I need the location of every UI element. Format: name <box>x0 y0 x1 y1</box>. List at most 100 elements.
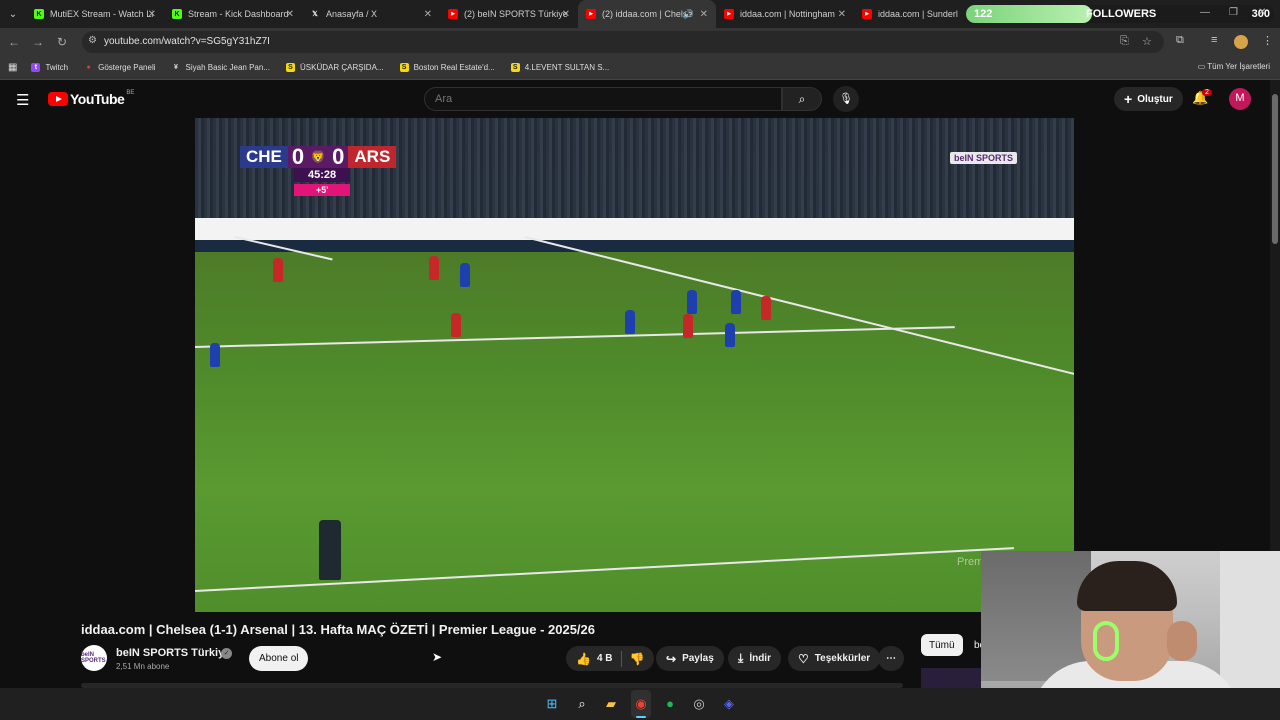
recommended-thumbnail[interactable] <box>921 668 981 688</box>
youtube-logo[interactable]: YouTube BE <box>48 90 135 107</box>
site-info-icon[interactable]: ⚙ <box>88 35 97 46</box>
omnibox[interactable]: ⚙ youtube.com/watch?v=SG5gY31hZ7I ⎘ ☆ <box>82 31 1164 53</box>
thumbs-up-icon[interactable]: 👍 <box>576 652 591 666</box>
cast-icon[interactable]: ⎘ <box>1120 35 1129 48</box>
tab-label: Anasayfa / X <box>326 9 378 19</box>
create-label: Oluştur <box>1137 93 1173 105</box>
video-player[interactable]: CHE 0 🦁 0 ARS 45:28 +5' beIN SPORTS Prem <box>195 118 1074 612</box>
premier-watermark: Prem <box>957 556 984 568</box>
x-icon: 𝕏 <box>312 11 318 18</box>
close-icon[interactable]: ✕ <box>424 9 432 20</box>
share-button[interactable]: ↪ Paylaş <box>656 646 724 671</box>
more-actions-button[interactable]: ⋯ <box>878 646 904 671</box>
hamburger-menu-icon[interactable]: ☰ <box>16 91 29 109</box>
bookmark-uskudar[interactable]: S ÜSKÜDAR ÇARŞIDA... <box>286 63 384 72</box>
tab-4-active[interactable]: ▶ (2) iddaa.com | Chelse 🔊 ✕ <box>578 0 716 28</box>
youtube-play-icon <box>48 92 68 106</box>
speaker-icon[interactable]: 🔊 <box>683 9 694 20</box>
player <box>761 296 771 320</box>
advertising-boards-lower <box>195 240 1074 252</box>
bookmark-boston[interactable]: S Boston Real Estate'd... <box>399 63 495 72</box>
bookmark-label: ÜSKÜDAR ÇARŞIDA... <box>300 63 384 72</box>
spotify-icon[interactable]: ● <box>662 696 678 712</box>
tab-5[interactable]: ▶ iddaa.com | Nottingham ✕ <box>716 0 854 28</box>
reload-icon[interactable]: ↻ <box>50 35 74 49</box>
s-icon: S <box>286 63 295 72</box>
all-bookmarks[interactable]: ▭ Tüm Yer İşaretleri <box>1198 62 1270 71</box>
bein-sports-logo: beIN SPORTS <box>950 152 1018 164</box>
tab-1[interactable]: K Stream - Kick Dashboard ✕ <box>164 0 302 28</box>
discord-icon[interactable]: ◈ <box>721 696 737 712</box>
bookmarks-bar: ▦ t Twitch ● Gösterge Paneli ¥ Siyah Basic … <box>0 56 1280 80</box>
youtube-icon: ▶ <box>724 9 734 19</box>
back-icon[interactable]: ← <box>2 35 26 49</box>
create-button[interactable]: + Oluştur <box>1114 87 1183 111</box>
player <box>451 313 461 337</box>
extensions-icon[interactable]: ⧉ <box>1176 34 1184 47</box>
search-button[interactable]: ⌕ <box>782 87 822 111</box>
like-dislike-group: 👍 4 B 👎 <box>566 646 655 671</box>
maximize-icon[interactable]: ❐ <box>1229 7 1238 18</box>
premier-league-lion-icon: 🦁 <box>308 146 329 168</box>
bookmark-label: 4.LEVENT SULTAN S... <box>524 63 610 72</box>
download-button[interactable]: ⤓ İndir <box>728 646 781 671</box>
bookmark-levent[interactable]: S 4.LEVENT SULTAN S... <box>510 63 610 72</box>
forward-icon[interactable]: → <box>26 35 50 49</box>
youtube-icon: ▶ <box>862 9 872 19</box>
more-menu-icon[interactable]: ⋮ <box>1262 34 1273 47</box>
channel-name[interactable]: beIN SPORTS Türkiye <box>116 647 230 659</box>
thumbs-down-icon[interactable]: 👎 <box>630 652 645 666</box>
bookmark-twitch[interactable]: t Twitch <box>31 63 68 72</box>
close-icon[interactable]: ✕ <box>838 9 846 20</box>
chip-all[interactable]: Tümü <box>921 634 963 656</box>
apps-grid-icon[interactable]: ▦ <box>8 62 17 73</box>
tab-label: MutiEX Stream - Watch Li <box>50 9 154 19</box>
taskbar-active-indicator <box>636 716 646 718</box>
taskbar-search-icon[interactable]: ⌕ <box>574 696 590 712</box>
tab-2[interactable]: 𝕏 Anasayfa / X ✕ <box>302 0 440 28</box>
bookmark-jean[interactable]: ¥ Siyah Basic Jean Pan... <box>172 63 270 72</box>
tab-search-chevron-icon[interactable]: ⌄ <box>0 9 26 20</box>
media-controls-icon[interactable]: ≡ <box>1211 34 1217 46</box>
streamer-hand <box>1167 621 1197 661</box>
voice-search-button[interactable]: 🎙 <box>833 86 859 112</box>
account-avatar[interactable]: M <box>1229 88 1251 110</box>
close-icon[interactable]: ✕ <box>286 9 294 20</box>
channel-avatar[interactable]: beIN SPORTS <box>81 645 107 671</box>
scrollbar-thumb[interactable] <box>1272 94 1278 244</box>
kick-icon: K <box>172 9 182 19</box>
bookmark-dashboard[interactable]: ● Gösterge Paneli <box>84 63 156 72</box>
tab-label: Stream - Kick Dashboard <box>188 9 289 19</box>
search-box[interactable] <box>424 87 782 111</box>
close-icon[interactable]: ✕ <box>562 9 570 20</box>
thanks-button[interactable]: ♡ Teşekkürler <box>788 646 881 671</box>
window-close-icon[interactable]: ✕ <box>1258 7 1266 18</box>
tab-6[interactable]: ▶ iddaa.com | Sunderland <box>854 0 958 28</box>
player <box>725 323 735 347</box>
profile-avatar-icon[interactable] <box>1234 35 1248 49</box>
chrome-icon[interactable]: ◉ <box>633 696 649 712</box>
obs-icon[interactable]: ◎ <box>691 696 707 712</box>
url-text[interactable]: youtube.com/watch?v=SG5gY31hZ7I <box>104 36 270 47</box>
goalkeeper <box>319 520 341 580</box>
search-input[interactable] <box>435 93 765 105</box>
close-icon[interactable]: ✕ <box>148 9 156 20</box>
like-count[interactable]: 4 B <box>597 653 613 664</box>
close-icon[interactable]: ✕ <box>700 9 708 20</box>
country-code: BE <box>126 90 135 96</box>
followers-count: 122 <box>974 8 993 20</box>
pitch-line <box>524 236 1074 388</box>
file-explorer-icon[interactable]: ▰ <box>603 696 619 712</box>
tab-0[interactable]: K MutiEX Stream - Watch Li ✕ <box>26 0 164 28</box>
windows-start-icon[interactable]: ⊞ <box>544 696 560 712</box>
tab-3[interactable]: ▶ (2) beIN SPORTS Türkiye ✕ <box>440 0 578 28</box>
s-icon: S <box>399 63 409 72</box>
thanks-label: Teşekkürler <box>814 653 871 664</box>
pitch-line <box>195 326 955 348</box>
subscribe-button[interactable]: Abone ol <box>249 646 309 671</box>
minimize-icon[interactable]: — <box>1200 7 1210 18</box>
bookmark-label: Boston Real Estate'd... <box>413 63 495 72</box>
bookmark-star-icon[interactable]: ☆ <box>1142 35 1152 48</box>
player <box>429 256 439 280</box>
followers-goal-widget: 122 FOLLOWERS 300 <box>966 5 1274 23</box>
